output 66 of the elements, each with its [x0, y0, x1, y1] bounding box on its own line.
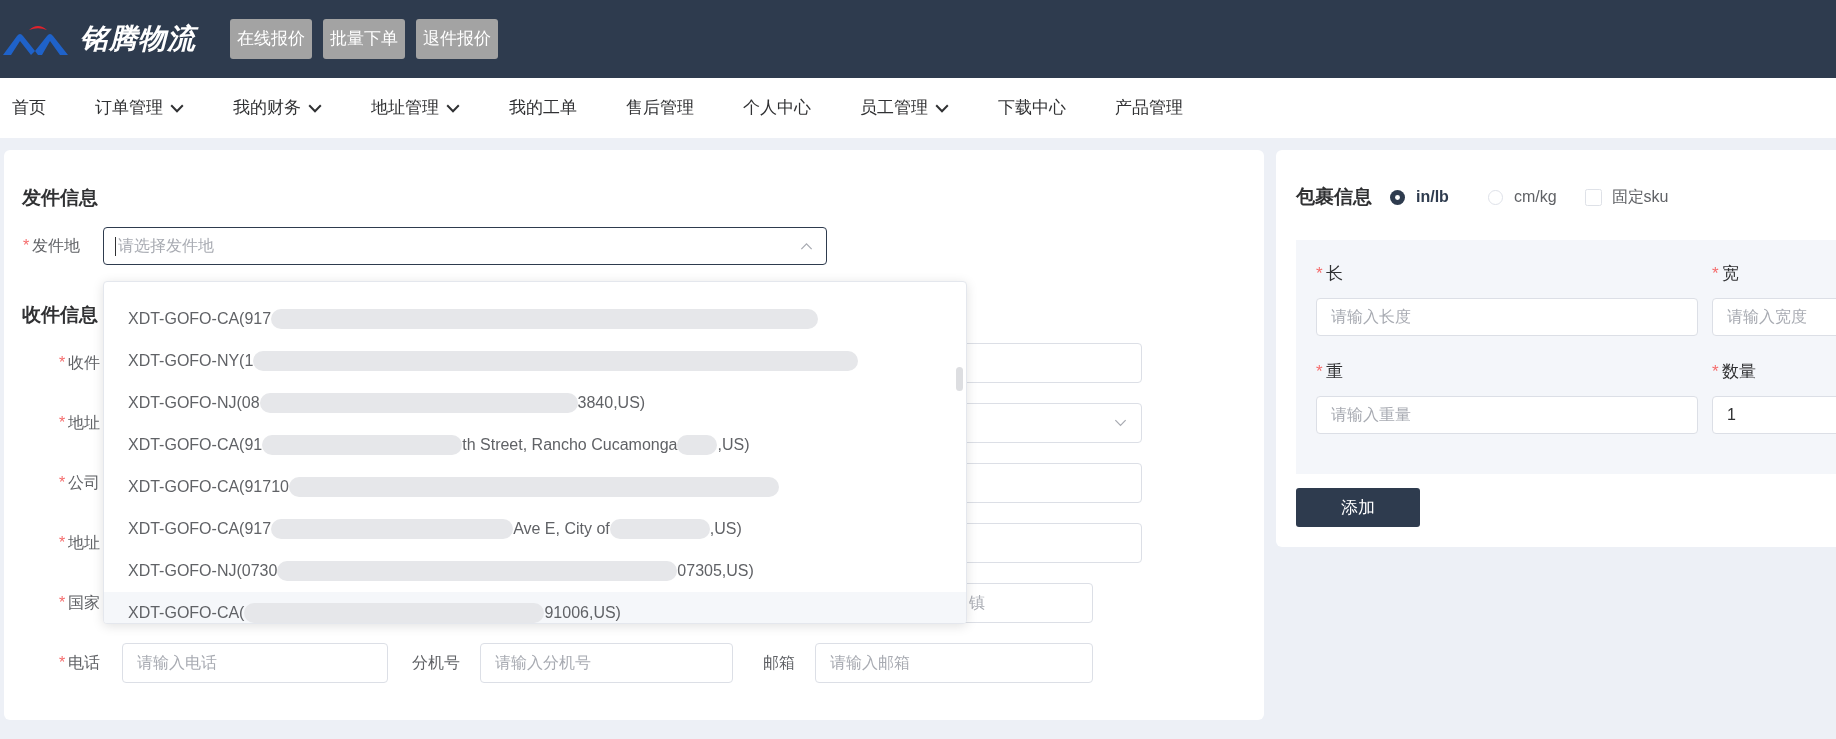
- option-text: XDT-GOFO-CA(917: [128, 309, 272, 329]
- field-label: * 公司: [59, 473, 101, 493]
- dropdown-option[interactable]: XDT-GOFO-NJ(08 3840,US): [104, 382, 966, 424]
- option-text: ,US): [717, 435, 750, 455]
- option-text: Ave E, City of: [513, 519, 610, 539]
- field-label: * 重: [1316, 362, 1343, 382]
- chevron-up-icon: [800, 242, 813, 250]
- option-text: XDT-GOFO-NJ(08: [128, 393, 260, 413]
- field-label: * 地址: [59, 413, 101, 433]
- section-title: 收件信息: [22, 303, 98, 327]
- scrollbar-thumb[interactable]: [956, 367, 963, 391]
- add-button[interactable]: 添加: [1296, 488, 1420, 527]
- field-label: 邮箱: [763, 653, 795, 673]
- option-text: 07305,US): [677, 561, 754, 581]
- field-label: * 数量: [1712, 362, 1756, 382]
- dropdown-option[interactable]: XDT-GOFO-NY(1: [104, 340, 966, 382]
- nav-link[interactable]: 售后管理: [626, 96, 694, 120]
- redaction-smear: [677, 435, 718, 455]
- dropdown-option[interactable]: XDT-GOFO-CA(91 th Street, Rancho Cucamonga ,US): [104, 424, 966, 466]
- option-text: XDT-GOFO-CA(91710: [128, 477, 289, 497]
- nav-link[interactable]: 我的工单: [509, 96, 577, 120]
- option-text: XDT-GOFO-CA(: [128, 603, 245, 623]
- unit-radio[interactable]: in/lb: [1390, 187, 1449, 207]
- field-label: * 发件地: [23, 236, 81, 256]
- input-field[interactable]: 请输入邮箱: [815, 643, 1093, 683]
- section-title: 包裹信息: [1296, 185, 1372, 209]
- nav-link[interactable]: 订单管理: [95, 96, 184, 120]
- chevron-down-icon: [1114, 419, 1127, 427]
- option-text: XDT-GOFO-NY(1: [128, 351, 254, 371]
- nav-link[interactable]: 个人中心: [743, 96, 811, 120]
- field-label: * 电话: [59, 653, 101, 673]
- field-label: * 地址: [59, 533, 101, 553]
- nav-link[interactable]: 产品管理: [1115, 96, 1183, 120]
- field-label: 分机号: [412, 653, 460, 673]
- input-field[interactable]: 请输入重量: [1316, 396, 1698, 434]
- input-field[interactable]: 请输入分机号: [480, 643, 733, 683]
- origin-select[interactable]: 请选择发件地: [103, 227, 827, 265]
- field-label: * 宽: [1712, 264, 1739, 284]
- nav-link[interactable]: 首页: [12, 96, 46, 120]
- text-cursor-icon: [115, 237, 116, 256]
- dropdown-option[interactable]: XDT-GOFO-CA(917: [104, 298, 966, 340]
- field-label: * 收件: [59, 353, 101, 373]
- dropdown-option[interactable]: XDT-GOFO-CA(91710: [104, 466, 966, 508]
- field-label: * 长: [1316, 264, 1343, 284]
- option-text: XDT-GOFO-NJ(0730: [128, 561, 278, 581]
- input-field[interactable]: 请输入长度: [1316, 298, 1698, 336]
- unit-radio[interactable]: cm/kg: [1487, 187, 1557, 207]
- nav-link[interactable]: 下载中心: [998, 96, 1066, 120]
- dropdown-option[interactable]: XDT-GOFO-CA( 91006,US): [104, 592, 966, 623]
- dropdown-option[interactable]: XDT-GOFO-CA(917 Ave E, City of ,US): [104, 508, 966, 550]
- option-text: 3840,US): [577, 393, 646, 413]
- nav-link[interactable]: 地址管理: [371, 96, 460, 120]
- nav-link[interactable]: 员工管理: [860, 96, 949, 120]
- option-text: XDT-GOFO-CA(91: [128, 435, 263, 455]
- option-text: 91006,US): [544, 603, 621, 623]
- section-title: 发件信息: [22, 186, 98, 210]
- input-field[interactable]: 1: [1712, 396, 1836, 434]
- option-text: XDT-GOFO-CA(917: [128, 519, 272, 539]
- input-field[interactable]: 请输入电话: [122, 643, 388, 683]
- dropdown-option[interactable]: XDT-GOFO-NJ(0730 07305,US): [104, 550, 966, 592]
- option-text: th Street, Rancho Cucamonga: [462, 435, 678, 455]
- input-field[interactable]: 请输入宽度: [1712, 298, 1836, 336]
- fixed-sku-checkbox[interactable]: 固定sku: [1584, 187, 1669, 207]
- option-text: ,US): [709, 519, 742, 539]
- nav-link[interactable]: 我的财务: [233, 96, 322, 120]
- field-label: * 国家: [59, 593, 101, 613]
